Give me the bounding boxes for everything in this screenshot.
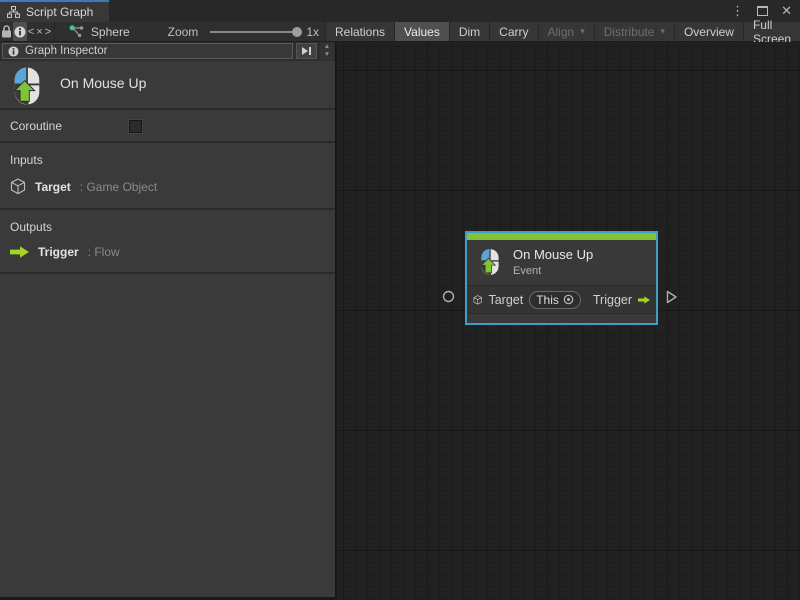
unity-visual-scripting-window: Script Graph ⋮ ✕ <×> [0,0,800,600]
node-header[interactable]: On Mouse Up Event [467,240,656,285]
toolbar-button-group: Relations Values Dim Carry Align Distrib… [325,22,800,41]
zoom-value: 1x [306,25,319,39]
tab-title: Script Graph [26,5,93,19]
values-button[interactable]: Values [394,22,449,41]
on-mouse-up-node[interactable]: On Mouse Up Event Target This Trigger [465,231,658,325]
output-trigger-row: Trigger : Flow [10,245,325,259]
node-title-block: On Mouse Up Event [513,247,593,277]
graph-inspector-panel: Graph Inspector ▲ ▼ On Mouse Up [0,42,336,597]
flow-arrow-icon [10,246,29,258]
lock-button[interactable] [0,22,13,41]
graph-toolbar: <×> Sphere Zoom 1x Relations Values Dim … [0,22,800,42]
node-title: On Mouse Up [513,247,593,262]
target-picker-icon [563,294,574,305]
code-view-button[interactable]: <×> [27,22,55,41]
inspector-toggle-button[interactable] [13,22,26,41]
graph-inspector-title: Graph Inspector [25,45,107,57]
inspector-node-header: On Mouse Up [0,61,335,110]
node-output-port[interactable] [666,290,678,304]
info-icon [8,46,19,57]
node-port-row: Target This Trigger [467,285,656,314]
cube-icon [10,178,26,195]
overview-button[interactable]: Overview [674,22,743,41]
target-value-pill[interactable]: This [529,291,581,309]
graph-reference[interactable]: Sphere [55,22,142,41]
graph-name-label: Sphere [91,25,130,39]
inputs-section: Inputs Target : Game Object [0,143,335,210]
node-footer [467,314,656,323]
zoom-label: Zoom [168,25,199,39]
tab-script-graph[interactable]: Script Graph [0,0,109,22]
on-mouse-up-icon [477,248,503,276]
script-graph-tab-icon [7,6,20,18]
flow-arrow-icon [638,294,650,306]
graph-canvas[interactable]: On Mouse Up Event Target This Trigger [337,42,800,600]
dock-right-icon [301,46,312,56]
graph-inspector-title-box: Graph Inspector [2,43,293,59]
output-name: Trigger [38,245,79,259]
zoom-slider[interactable] [210,31,298,33]
title-bar: Script Graph ⋮ ✕ [0,0,800,22]
coroutine-row: Coroutine [0,110,335,143]
dim-button[interactable]: Dim [449,22,489,41]
node-input-port[interactable] [442,290,455,303]
node-subtitle: Event [513,265,593,277]
trigger-port-label: Trigger [593,293,632,307]
input-target-row: Target : Game Object [10,178,325,195]
graph-inspector-header: Graph Inspector ▲ ▼ [0,42,335,61]
carry-button[interactable]: Carry [489,22,537,41]
distribute-dropdown[interactable]: Distribute [594,22,674,41]
lock-icon [1,25,12,38]
node-accent-bar [467,233,656,240]
inspector-node-title: On Mouse Up [60,75,146,91]
coroutine-checkbox[interactable] [129,120,142,133]
relations-button[interactable]: Relations [325,22,394,41]
zoom-slider-thumb[interactable] [292,27,302,37]
scroll-down-icon[interactable]: ▼ [324,51,330,59]
cube-icon [473,292,482,308]
outputs-heading: Outputs [10,220,325,234]
full-screen-button[interactable]: Full Screen [743,22,800,41]
input-name: Target [35,180,71,194]
maximize-icon[interactable] [757,6,768,16]
align-dropdown[interactable]: Align [538,22,594,41]
panel-scroll-stepper[interactable]: ▲ ▼ [320,43,334,60]
outputs-section: Outputs Trigger : Flow [0,210,335,274]
kebab-menu-icon[interactable]: ⋮ [731,3,744,19]
zoom-control: Zoom 1x [168,22,325,41]
dock-panel-button[interactable] [296,43,317,59]
inputs-heading: Inputs [10,153,325,167]
target-value: This [536,293,559,307]
input-type: : Game Object [80,180,157,194]
script-graph-icon [69,25,84,38]
info-icon [14,26,26,38]
coroutine-label: Coroutine [10,119,62,133]
on-mouse-up-icon [8,66,46,106]
output-type: : Flow [88,245,120,259]
scroll-up-icon[interactable]: ▲ [324,43,330,51]
target-port-label: Target [488,293,523,307]
